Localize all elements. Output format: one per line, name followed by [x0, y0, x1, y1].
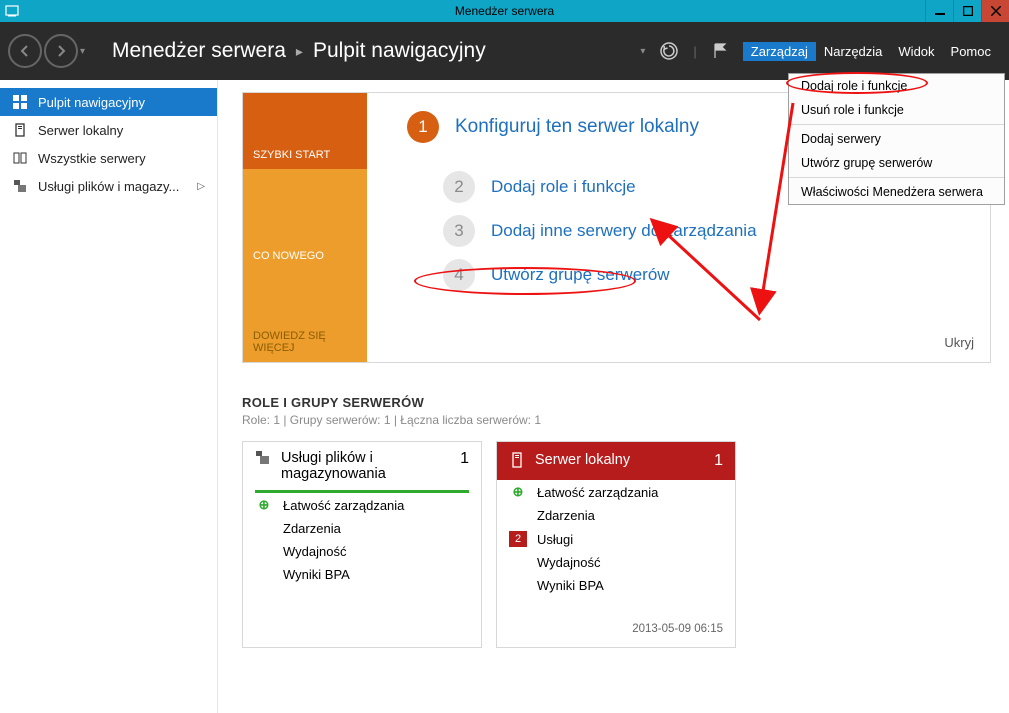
close-button[interactable] — [981, 0, 1009, 22]
separator: | — [693, 44, 696, 59]
link-configure-server[interactable]: Konfiguruj ten serwer lokalny — [455, 116, 699, 138]
chevron-right-icon: ▸ — [296, 43, 303, 60]
dropdown-add-roles[interactable]: Dodaj role i funkcje — [789, 74, 1004, 98]
step-4-badge: 4 — [443, 259, 475, 291]
sidebar-item-all-servers[interactable]: Wszystkie serwery — [0, 144, 217, 172]
tile-row-services[interactable]: 2Usługi — [509, 527, 723, 551]
nav-forward-button[interactable] — [44, 34, 78, 68]
sidebar-item-file-services[interactable]: Usługi plików i magazy... ▷ — [0, 172, 217, 200]
dropdown-separator — [789, 124, 1004, 125]
tile-count: 1 — [714, 452, 723, 470]
link-add-servers[interactable]: Dodaj inne serwery do zarządzania — [491, 221, 757, 241]
dropdown-separator — [789, 177, 1004, 178]
link-create-group[interactable]: Utwórz grupę serwerów — [491, 265, 670, 285]
tile-row-manageability[interactable]: ⊕Łatwość zarządzania — [255, 493, 469, 517]
dropdown-create-group[interactable]: Utwórz grupę serwerów — [789, 151, 1004, 175]
roles-heading: ROLE I GRUPY SERWERÓW — [242, 395, 991, 410]
breadcrumb-dropdown-icon[interactable]: ▾ — [640, 46, 645, 57]
sidebar-item-label: Wszystkie serwery — [38, 151, 146, 166]
menubar: Zarządzaj Narzędzia Widok Pomoc — [743, 42, 999, 61]
menu-view[interactable]: Widok — [890, 42, 942, 61]
tile-row-bpa[interactable]: Wyniki BPA — [509, 574, 723, 597]
minimize-button[interactable] — [925, 0, 953, 22]
breadcrumb-root[interactable]: Menedżer serwera — [112, 39, 286, 63]
servers-icon — [12, 150, 28, 166]
arrow-up-icon: ⊕ — [255, 497, 273, 513]
dashboard-icon — [12, 94, 28, 110]
tile-row-events[interactable]: Zdarzenia — [255, 517, 469, 540]
sidebar-item-label: Usługi plików i magazy... — [38, 179, 179, 194]
server-icon — [12, 122, 28, 138]
refresh-icon[interactable] — [659, 41, 679, 61]
tile-title: Serwer lokalny — [535, 452, 704, 468]
flag-icon[interactable] — [711, 42, 729, 60]
dropdown-remove-roles[interactable]: Usuń role i funkcje — [789, 98, 1004, 122]
step-2-badge: 2 — [443, 171, 475, 203]
breadcrumb-current: Pulpit nawigacyjny — [313, 39, 486, 63]
tile-file-services[interactable]: Usługi plików i magazynowania 1 ⊕Łatwość… — [242, 441, 482, 648]
tile-row-events[interactable]: Zdarzenia — [509, 504, 723, 527]
tile-row-manageability[interactable]: ⊕Łatwość zarządzania — [509, 480, 723, 504]
link-add-roles[interactable]: Dodaj role i funkcje — [491, 177, 636, 197]
menu-manage[interactable]: Zarządzaj — [743, 42, 816, 61]
storage-icon — [255, 450, 271, 466]
header: ▾ Menedżer serwera ▸ Pulpit nawigacyjny … — [0, 22, 1009, 80]
tile-count: 1 — [460, 450, 469, 468]
window-title: Menedżer serwera — [455, 4, 554, 18]
chevron-right-icon[interactable]: ▷ — [197, 181, 205, 192]
menu-tools[interactable]: Narzędzia — [816, 42, 891, 61]
nav-back-button[interactable] — [8, 34, 42, 68]
dropdown-properties[interactable]: Właściwości Menedżera serwera — [789, 180, 1004, 204]
tile-title: Usługi plików i magazynowania — [281, 450, 450, 482]
arrow-up-icon: ⊕ — [509, 484, 527, 500]
manage-dropdown: Dodaj role i funkcje Usuń role i funkcje… — [788, 73, 1005, 205]
sidebar-item-local-server[interactable]: Serwer lokalny — [0, 116, 217, 144]
sidebar-item-label: Pulpit nawigacyjny — [38, 95, 145, 110]
dropdown-add-servers[interactable]: Dodaj serwery — [789, 127, 1004, 151]
app-icon — [4, 3, 20, 19]
step-3-badge: 3 — [443, 215, 475, 247]
storage-icon — [12, 178, 28, 194]
tile-timestamp: 2013-05-09 06:15 — [509, 623, 723, 635]
welcome-tab-whatsnew[interactable]: CO NOWEGO — [243, 169, 367, 270]
step-1-badge: 1 — [407, 111, 439, 143]
server-icon — [509, 452, 525, 468]
hide-link[interactable]: Ukryj — [944, 335, 974, 350]
welcome-tab-learnmore[interactable]: DOWIEDZ SIĘ WIĘCEJ — [243, 270, 367, 362]
tile-local-server[interactable]: Serwer lokalny 1 ⊕Łatwość zarządzania Zd… — [496, 441, 736, 648]
tile-row-bpa[interactable]: Wyniki BPA — [255, 563, 469, 586]
count-badge: 2 — [509, 531, 527, 547]
tile-row-performance[interactable]: Wydajność — [255, 540, 469, 563]
sidebar-item-dashboard[interactable]: Pulpit nawigacyjny — [0, 88, 217, 116]
roles-subheading: Role: 1 | Grupy serwerów: 1 | Łączna lic… — [242, 413, 991, 427]
titlebar: Menedżer serwera — [0, 0, 1009, 22]
sidebar-item-label: Serwer lokalny — [38, 123, 123, 138]
menu-help[interactable]: Pomoc — [943, 42, 999, 61]
welcome-tab-quickstart[interactable]: SZYBKI START — [243, 93, 367, 169]
breadcrumb: Menedżer serwera ▸ Pulpit nawigacyjny — [112, 39, 486, 63]
tile-row-performance[interactable]: Wydajność — [509, 551, 723, 574]
maximize-button[interactable] — [953, 0, 981, 22]
sidebar: Pulpit nawigacyjny Serwer lokalny Wszyst… — [0, 80, 218, 713]
nav-history-dropdown[interactable]: ▾ — [80, 46, 92, 57]
